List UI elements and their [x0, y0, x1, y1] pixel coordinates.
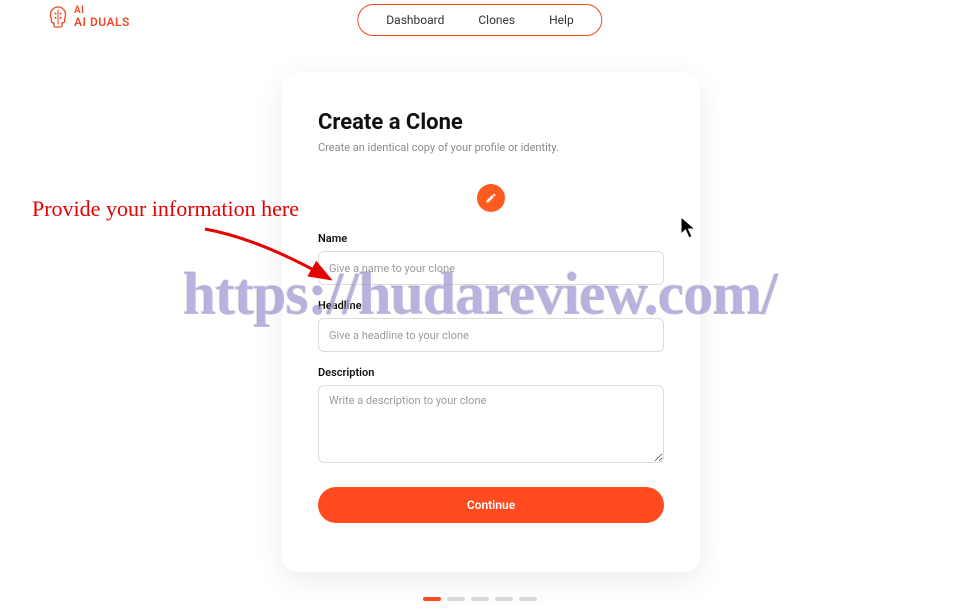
top-nav: Dashboard Clones Help	[357, 4, 602, 36]
step-3	[471, 597, 489, 601]
nav-help[interactable]: Help	[549, 13, 574, 27]
headline-input[interactable]	[318, 318, 664, 352]
step-indicator	[423, 597, 537, 601]
brand-logo[interactable]: AI AI DUALS	[48, 6, 130, 28]
brand-name: AI AI DUALS	[74, 6, 130, 28]
step-2	[447, 597, 465, 601]
step-5	[519, 597, 537, 601]
description-textarea[interactable]	[318, 385, 664, 463]
card-title: Create a Clone	[318, 110, 664, 135]
headline-label: Headline	[318, 299, 664, 312]
pencil-icon	[485, 192, 497, 204]
name-input[interactable]	[318, 251, 664, 285]
nav-clones[interactable]: Clones	[478, 13, 515, 27]
card-subtitle: Create an identical copy of your profile…	[318, 141, 664, 154]
annotation-text: Provide your information here	[32, 196, 299, 222]
avatar-edit-button[interactable]	[477, 184, 505, 212]
create-clone-card: Create a Clone Create an identical copy …	[282, 72, 700, 572]
step-1	[423, 597, 441, 601]
continue-button[interactable]: Continue	[318, 487, 664, 523]
nav-dashboard[interactable]: Dashboard	[386, 13, 444, 27]
brand-logo-icon	[48, 6, 68, 28]
description-label: Description	[318, 366, 664, 379]
step-4	[495, 597, 513, 601]
name-label: Name	[318, 232, 664, 245]
